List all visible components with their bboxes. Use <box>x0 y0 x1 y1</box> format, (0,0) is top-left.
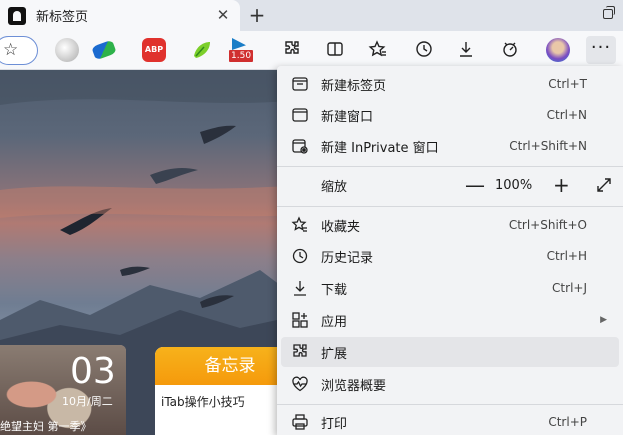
submenu-arrow-icon: ▶ <box>600 315 607 325</box>
active-tab[interactable]: 新标签页 ✕ <box>0 0 240 31</box>
extensions-icon <box>289 341 311 363</box>
download-icon <box>289 277 311 299</box>
browser-window: 新标签页 ✕ + ☆ ABP 1.50 ··· 03 10月/周二 绝望主妇 第… <box>0 0 623 435</box>
extension-2-icon[interactable] <box>91 39 117 61</box>
menu-item-downloads[interactable]: 下载 Ctrl+J <box>281 273 619 303</box>
history-icon <box>289 245 311 267</box>
date-day: 03 <box>70 351 116 392</box>
menu-item-zoom: 缩放 — 100% + <box>281 170 619 200</box>
menu-item-favorites[interactable]: 收藏夹 Ctrl+Shift+O <box>281 210 619 240</box>
date-month-weekday: 10月/周二 <box>62 395 113 408</box>
tab-title: 新标签页 <box>36 10 89 25</box>
menu-shortcut: Ctrl+Shift+N <box>509 139 587 153</box>
heartbeat-icon <box>289 373 311 395</box>
tab-close-icon[interactable]: ✕ <box>214 6 232 24</box>
menu-shortcut: Ctrl+N <box>546 108 587 122</box>
zoom-out-button[interactable]: — <box>465 175 485 195</box>
menu-label: 新建标签页 <box>321 78 387 94</box>
new-tab-button[interactable]: + <box>246 4 268 26</box>
menu-item-history[interactable]: 历史记录 Ctrl+H <box>281 241 619 271</box>
menu-shortcut: Ctrl+P <box>548 415 587 429</box>
menu-label: 应用 <box>321 314 348 330</box>
menu-label: 收藏夹 <box>321 219 361 235</box>
favorites-icon[interactable] <box>367 39 389 61</box>
restore-window-icon[interactable] <box>603 6 615 19</box>
menu-item-extensions[interactable]: 扩展 <box>281 337 619 367</box>
show-title: 绝望主妇 第一季》 <box>0 420 92 433</box>
profile-avatar[interactable] <box>546 38 570 62</box>
print-icon <box>289 411 311 433</box>
menu-item-new-window[interactable]: 新建窗口 Ctrl+N <box>281 100 619 130</box>
settings-and-more-button[interactable]: ··· <box>586 36 616 64</box>
memo-item[interactable]: iTab操作小技巧 <box>155 385 285 418</box>
menu-shortcut: Ctrl+H <box>546 249 587 263</box>
split-screen-icon[interactable] <box>324 39 346 61</box>
address-bar[interactable]: ☆ <box>0 36 38 65</box>
add-favorite-icon[interactable]: ☆ <box>3 40 18 60</box>
zoom-value: 100% <box>495 177 533 193</box>
menu-item-browser-essentials[interactable]: 浏览器概要 <box>281 369 619 399</box>
extension-5-icon[interactable]: 1.50 <box>228 38 254 62</box>
menu-label: 下载 <box>321 282 348 298</box>
performance-icon[interactable] <box>499 39 521 61</box>
new-tab-icon <box>289 73 311 95</box>
tab-strip: 新标签页 ✕ + <box>0 0 623 31</box>
menu-item-new-inprivate[interactable]: 新建 InPrivate 窗口 Ctrl+Shift+N <box>281 131 619 161</box>
zoom-spacer <box>289 174 311 196</box>
menu-label: 新建窗口 <box>321 109 374 125</box>
menu-separator <box>277 206 623 207</box>
menu-item-print[interactable]: 打印 Ctrl+P <box>281 407 619 435</box>
adblock-plus-icon[interactable]: ABP <box>142 38 166 62</box>
downloads-icon[interactable] <box>455 39 477 61</box>
menu-label: 新建 InPrivate 窗口 <box>321 140 439 156</box>
menu-label: 扩展 <box>321 346 348 362</box>
menu-label: 打印 <box>321 416 348 432</box>
extension-4-icon[interactable] <box>190 38 214 62</box>
settings-menu: 新建标签页 Ctrl+T 新建窗口 Ctrl+N 新建 InPrivate 窗口… <box>277 66 623 435</box>
extension-1-icon[interactable] <box>55 38 79 62</box>
history-icon[interactable] <box>413 39 435 61</box>
menu-shortcut: Ctrl+T <box>548 77 587 91</box>
inprivate-icon <box>289 135 311 157</box>
menu-separator <box>277 166 623 167</box>
menu-label: 浏览器概要 <box>321 378 387 394</box>
new-window-icon <box>289 104 311 126</box>
extensions-icon[interactable] <box>281 39 303 61</box>
zoom-label: 缩放 <box>321 179 348 195</box>
menu-shortcut: Ctrl+Shift+O <box>508 218 587 232</box>
tab-favicon-icon <box>8 6 26 25</box>
favorites-icon <box>289 214 311 236</box>
zoom-in-button[interactable]: + <box>553 175 570 195</box>
fullscreen-icon[interactable] <box>595 176 613 194</box>
menu-label: 历史记录 <box>321 250 374 266</box>
menu-item-new-tab[interactable]: 新建标签页 Ctrl+T <box>281 69 619 99</box>
memo-title: 备忘录 <box>155 347 285 385</box>
date-widget[interactable]: 03 10月/周二 绝望主妇 第一季》 <box>0 345 126 435</box>
memo-widget[interactable]: 备忘录 iTab操作小技巧 <box>155 347 285 435</box>
menu-item-apps[interactable]: 应用 ▶ <box>281 305 619 335</box>
menu-shortcut: Ctrl+J <box>552 281 587 295</box>
menu-separator <box>277 404 623 405</box>
toolbar: ☆ ABP 1.50 ··· <box>0 31 623 70</box>
apps-icon <box>289 309 311 331</box>
extension-badge: 1.50 <box>229 50 254 62</box>
